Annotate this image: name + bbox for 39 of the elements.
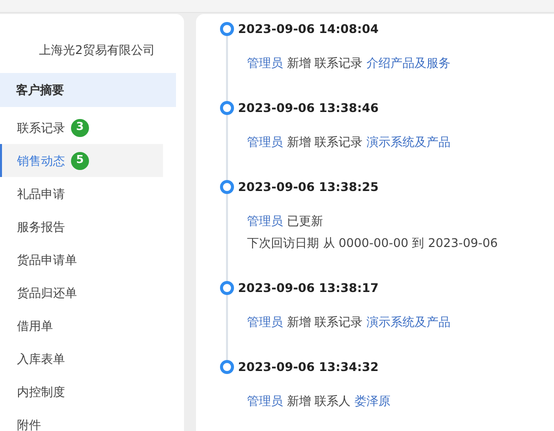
event-link[interactable]: 演示系统及产品 — [366, 135, 450, 149]
event-link[interactable]: 管理员 — [247, 315, 283, 329]
event-link[interactable]: 管理员 — [247, 214, 283, 228]
event-time: 2023-09-06 13:34:32 — [238, 359, 379, 376]
event-link[interactable]: 管理员 — [247, 56, 283, 70]
summary-tab[interactable]: 客户摘要 — [0, 73, 176, 107]
sidebar-item[interactable]: 货品申请单 — [0, 243, 163, 276]
event-text: 管理员 新增 联系记录 演示系统及产品 — [247, 134, 452, 151]
event-link[interactable]: 介绍产品及服务 — [366, 56, 450, 70]
timeline-dot-icon — [220, 180, 234, 194]
timeline-dot-icon — [220, 101, 234, 115]
event-text: 管理员 新增 联系记录 演示系统及产品 — [247, 314, 452, 331]
event-link[interactable]: 管理员 — [247, 135, 283, 149]
event-text: 管理员 已更新 — [247, 213, 324, 230]
event-time: 2023-09-06 14:08:04 — [238, 21, 379, 38]
timeline-dot-icon — [220, 22, 234, 36]
event-text: 管理员 新增 联系人 娄泽原 — [247, 393, 392, 410]
event-time: 2023-09-06 13:38:46 — [238, 100, 379, 117]
timeline-dot-icon — [220, 281, 234, 295]
sidebar-item[interactable]: 内控制度 — [0, 375, 163, 408]
sidebar-item[interactable]: 入库表单 — [0, 342, 163, 375]
event-link[interactable]: 娄泽原 — [354, 394, 390, 408]
sidebar-item[interactable]: 联系记录 3 — [0, 111, 163, 144]
sidebar-item[interactable]: 货品归还单 — [0, 276, 163, 309]
timeline-dot-icon — [220, 360, 234, 374]
count-badge: 5 — [71, 152, 89, 170]
event-link[interactable]: 管理员 — [247, 394, 283, 408]
company-name: 上海光2贸易有限公司 — [38, 42, 156, 59]
event-link[interactable]: 演示系统及产品 — [366, 315, 450, 329]
sidebar-item[interactable]: 礼品申请 — [0, 177, 163, 210]
sidebar-item[interactable]: 销售动态 5 — [0, 144, 163, 177]
event-text: 下次回访日期 从 0000-00-00 到 2023-09-06 — [247, 235, 499, 252]
sidebar-item[interactable]: 附件 — [0, 408, 163, 431]
event-time: 2023-09-06 13:38:25 — [238, 179, 379, 196]
sidebar-item[interactable]: 借用单 — [0, 309, 163, 342]
event-text: 管理员 新增 联系记录 介绍产品及服务 — [247, 55, 452, 72]
event-time: 2023-09-06 13:38:17 — [238, 280, 379, 297]
count-badge: 3 — [71, 118, 89, 136]
sidebar-item[interactable]: 服务报告 — [0, 210, 163, 243]
